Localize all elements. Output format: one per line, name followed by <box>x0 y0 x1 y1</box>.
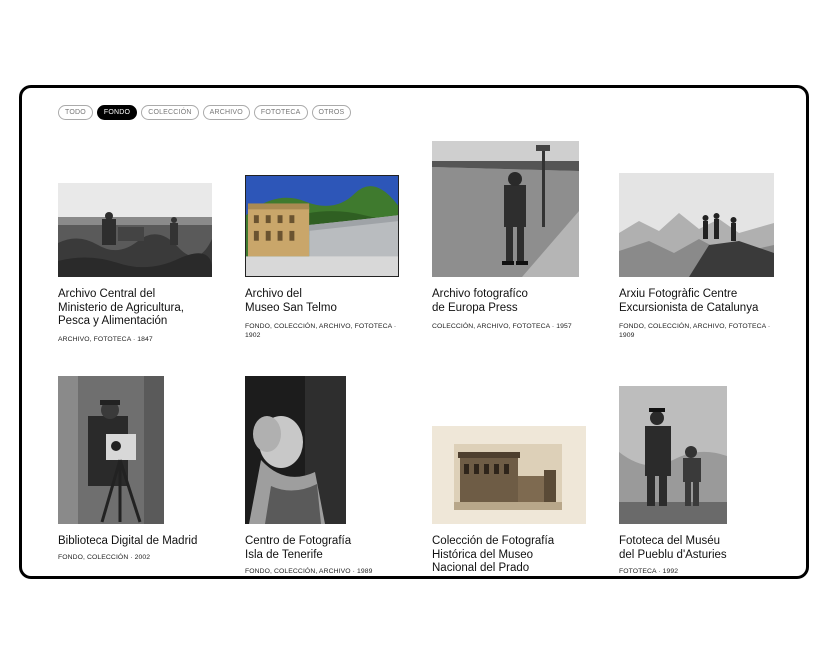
card-title[interactable]: Colección de Fotografía Histórica del Mu… <box>432 535 554 576</box>
filter-todo[interactable]: TODO <box>58 105 93 120</box>
photo-mountaineers[interactable] <box>619 173 774 277</box>
photo-woman-portrait[interactable] <box>245 376 346 524</box>
card-title[interactable]: Biblioteca Digital de Madrid <box>58 535 197 549</box>
photo-two-men-portrait[interactable] <box>619 386 727 524</box>
card-title[interactable]: Archivo Central del Ministerio de Agricu… <box>58 288 184 329</box>
card-title[interactable]: Archivo del Museo San Telmo <box>245 288 337 315</box>
photo-cameraman[interactable] <box>58 376 164 524</box>
photo-farm-workers[interactable] <box>58 183 212 277</box>
card-meta: FONDO, COLECCIÓN, ARCHIVO, FOTOTECA · 19… <box>619 323 771 339</box>
filter-fondo[interactable]: FONDO <box>96 105 138 120</box>
card-title[interactable]: Fototeca del Muséu del Pueblu d'Asturies <box>619 535 727 562</box>
card-meta: COLECCIÓN, ARCHIVO, FOTOTECA · 1957 <box>432 323 572 330</box>
card-meta: FONDO, COLECCIÓN · 2002 <box>58 554 151 561</box>
filter-coleccion[interactable]: COLECCIÓN <box>141 105 199 120</box>
photo-prado-museum[interactable] <box>432 426 586 524</box>
card-meta: ARCHIVO, FOTOTECA · 1847 <box>58 336 153 343</box>
card-title[interactable]: Centro de Fotografía Isla de Tenerife <box>245 535 351 562</box>
photo-soldier-road[interactable] <box>432 141 579 277</box>
card-title[interactable]: Arxiu Fotogràfic Centre Excursionista de… <box>619 288 758 315</box>
card-meta: FONDO, COLECCIÓN, ARCHIVO, FOTOTECA · 19… <box>245 323 397 339</box>
card-meta: FOTOTECA · 1992 <box>619 568 679 575</box>
card-meta: FONDO, COLECCIÓN, ARCHIVO · 1989 <box>245 568 373 575</box>
filter-otros[interactable]: OTROS <box>311 105 352 120</box>
filter-archivo[interactable]: ARCHIVO <box>202 105 250 120</box>
card-title[interactable]: Archivo fotografíco de Europa Press <box>432 288 528 315</box>
filter-bar: TODO FONDO COLECCIÓN ARCHIVO FOTOTECA OT… <box>58 105 352 120</box>
photo-museum-building[interactable] <box>245 175 399 277</box>
browser-frame: TODO FONDO COLECCIÓN ARCHIVO FOTOTECA OT… <box>19 85 809 579</box>
filter-fototeca[interactable]: FOTOTECA <box>253 105 308 120</box>
